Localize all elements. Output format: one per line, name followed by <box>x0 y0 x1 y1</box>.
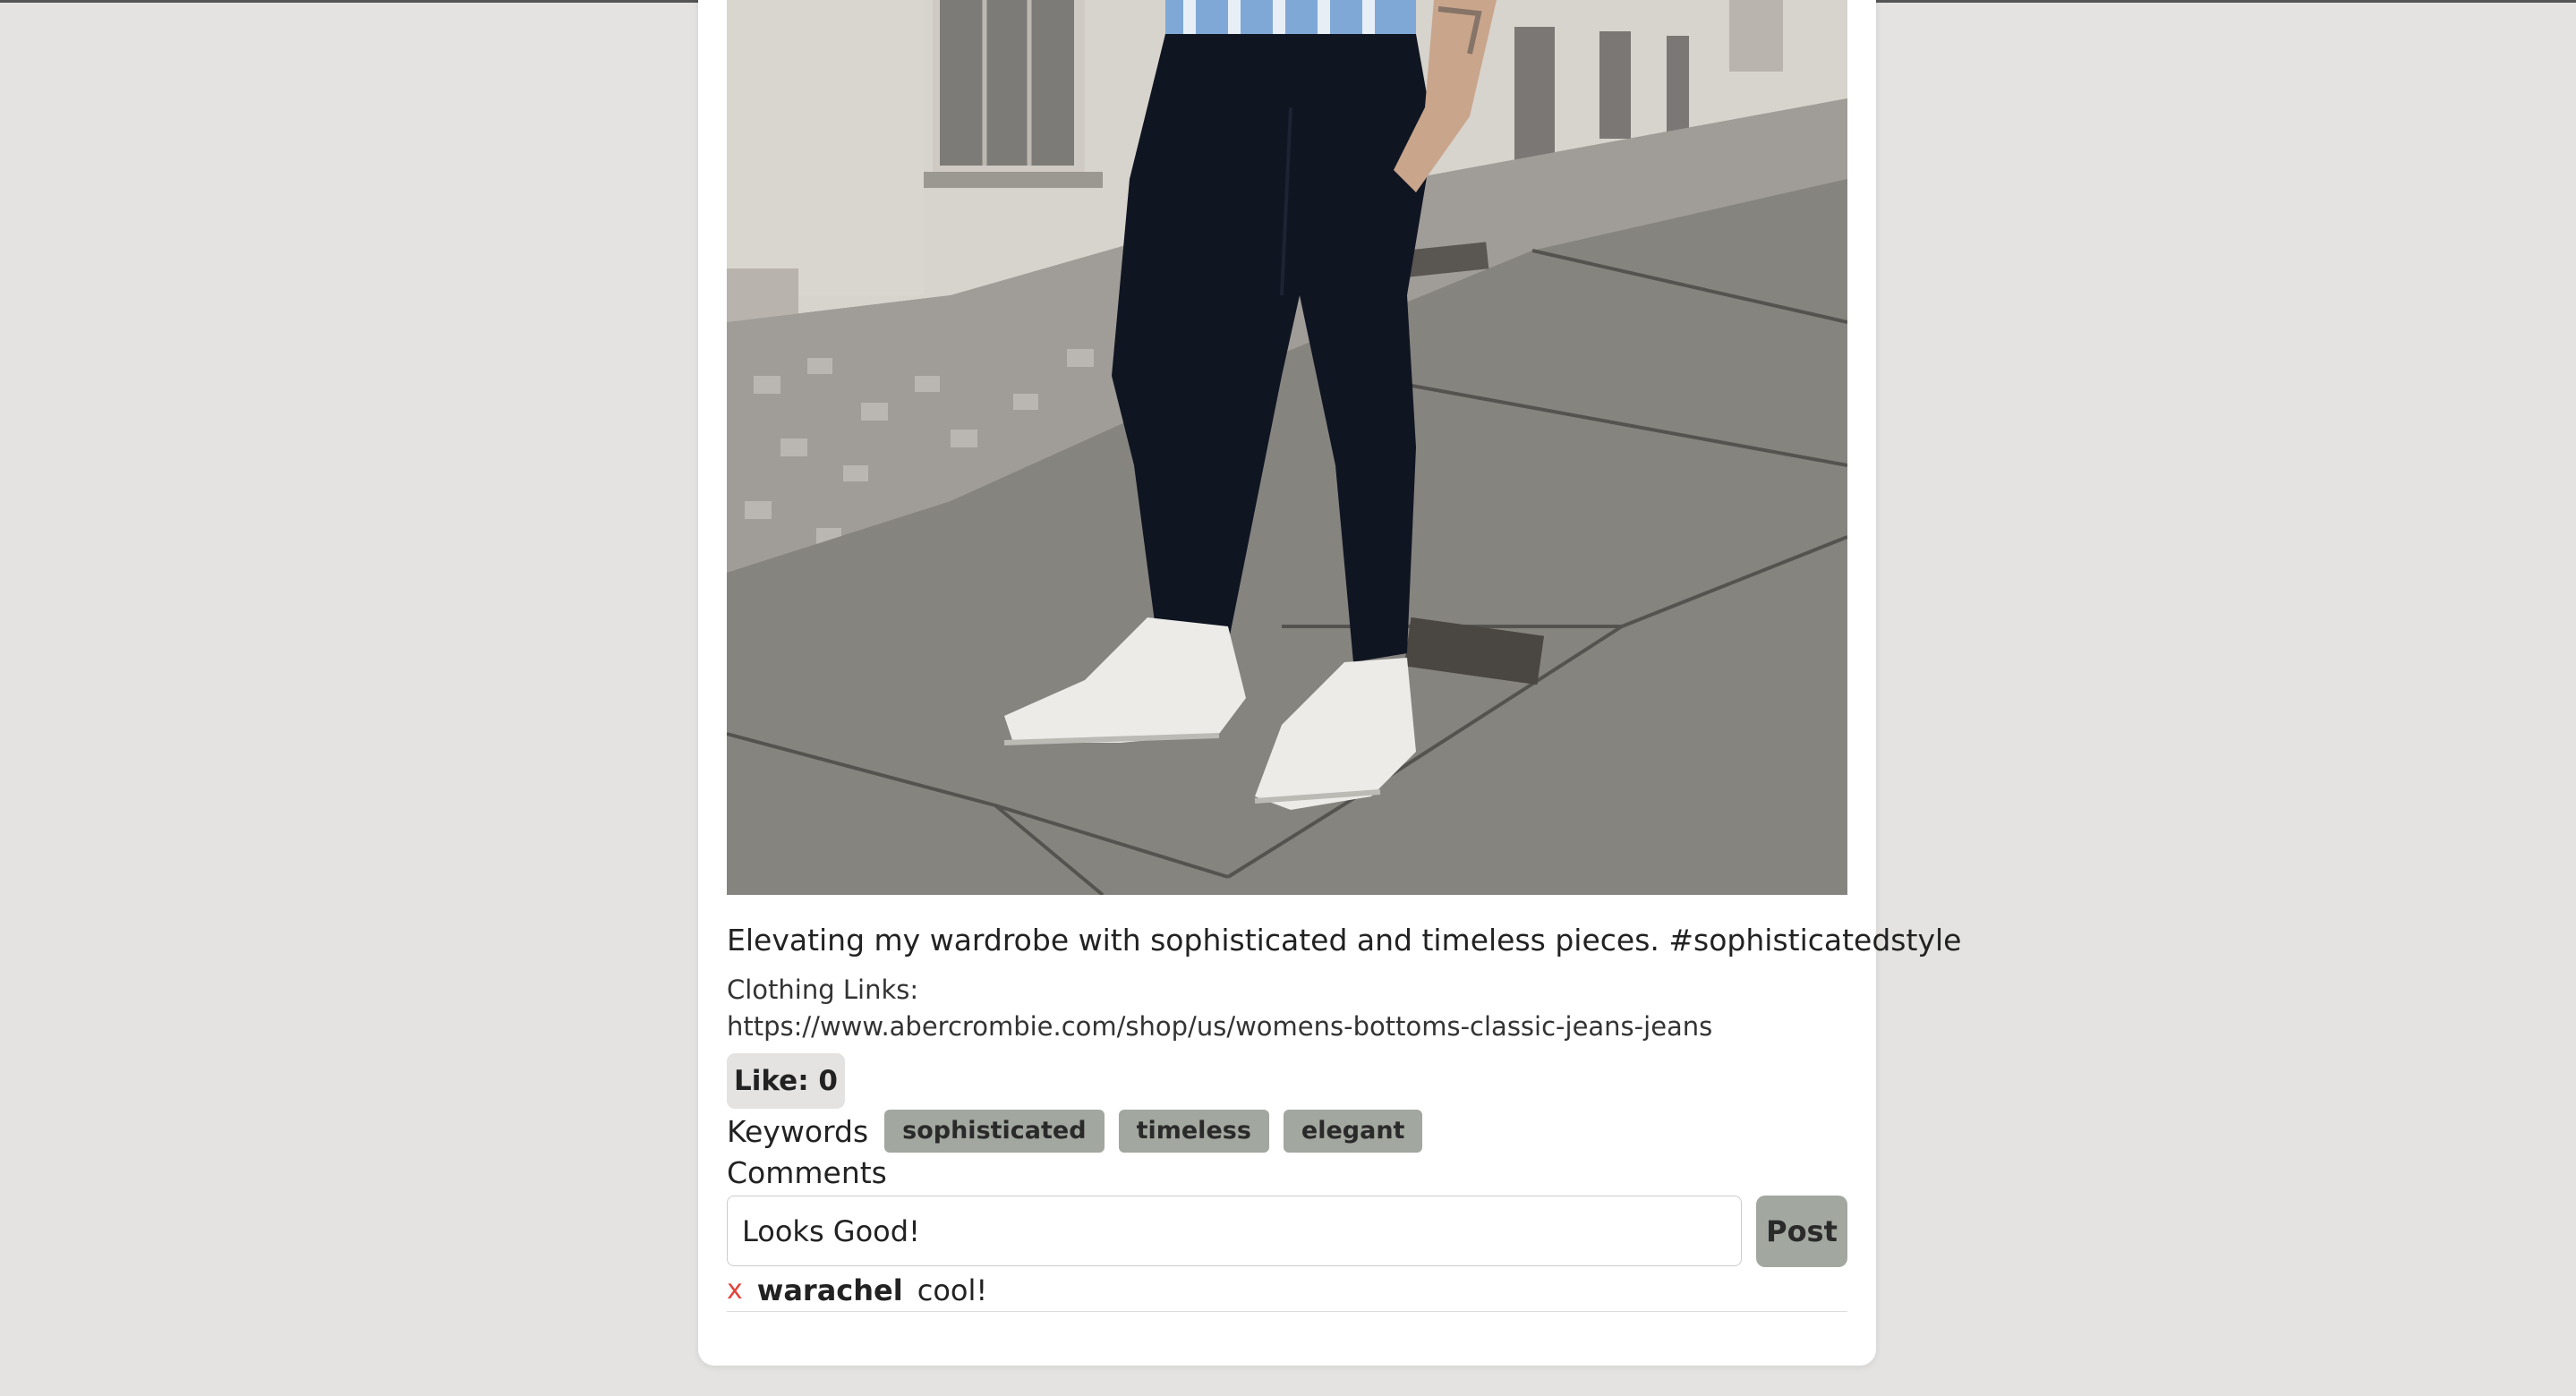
like-button[interactable]: Like: 0 <box>727 1053 845 1109</box>
post-comment-button[interactable]: Post <box>1756 1196 1847 1267</box>
comments-heading: Comments <box>727 1155 887 1190</box>
comment-input[interactable] <box>727 1196 1742 1266</box>
comment-username: warachel <box>756 1273 903 1307</box>
post-card: Elevating my wardrobe with sophisticated… <box>698 0 1962 1366</box>
comment-text: cool! <box>917 1273 988 1307</box>
post-caption: Elevating my wardrobe with sophisticated… <box>727 923 1962 958</box>
keywords-row: Keywords sophisticated timeless elegant <box>727 1109 1423 1153</box>
post-image <box>727 0 1847 895</box>
delete-comment-button[interactable]: x <box>727 1274 743 1306</box>
like-label: Like: <box>734 1065 819 1097</box>
clothing-link[interactable]: https://www.abercrombie.com/shop/us/wome… <box>727 1011 1712 1042</box>
keyword-tag: timeless <box>1118 1110 1269 1153</box>
keyword-tag: elegant <box>1283 1110 1423 1153</box>
keywords-label: Keywords <box>727 1113 869 1149</box>
like-count: 0 <box>818 1065 838 1097</box>
comment-item: x warachel cool! <box>727 1269 1847 1312</box>
clothing-links-label: Clothing Links: <box>727 975 919 1005</box>
keyword-tag: sophisticated <box>884 1110 1105 1153</box>
